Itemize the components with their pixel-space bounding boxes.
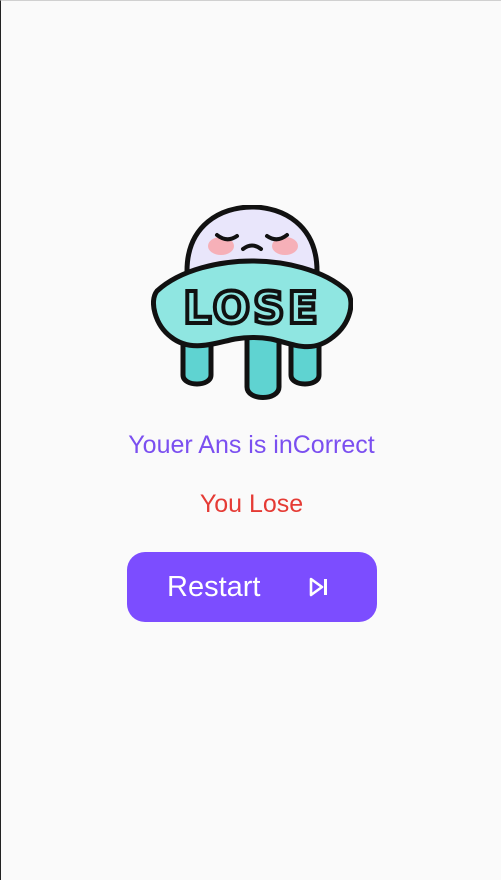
- lose-ghost-illustration: LOSE: [151, 205, 353, 401]
- lose-status-text: You Lose: [199, 490, 304, 518]
- result-message: Youer Ans is inCorrect: [128, 431, 375, 459]
- banner-text: LOSE: [183, 283, 321, 334]
- restart-button-label: Restart: [167, 571, 261, 603]
- restart-button[interactable]: Restart: [127, 552, 377, 622]
- skip-next-icon: [309, 577, 329, 597]
- result-screen: LOSE Youer Ans is inCorrect You Lose Res…: [0, 0, 501, 880]
